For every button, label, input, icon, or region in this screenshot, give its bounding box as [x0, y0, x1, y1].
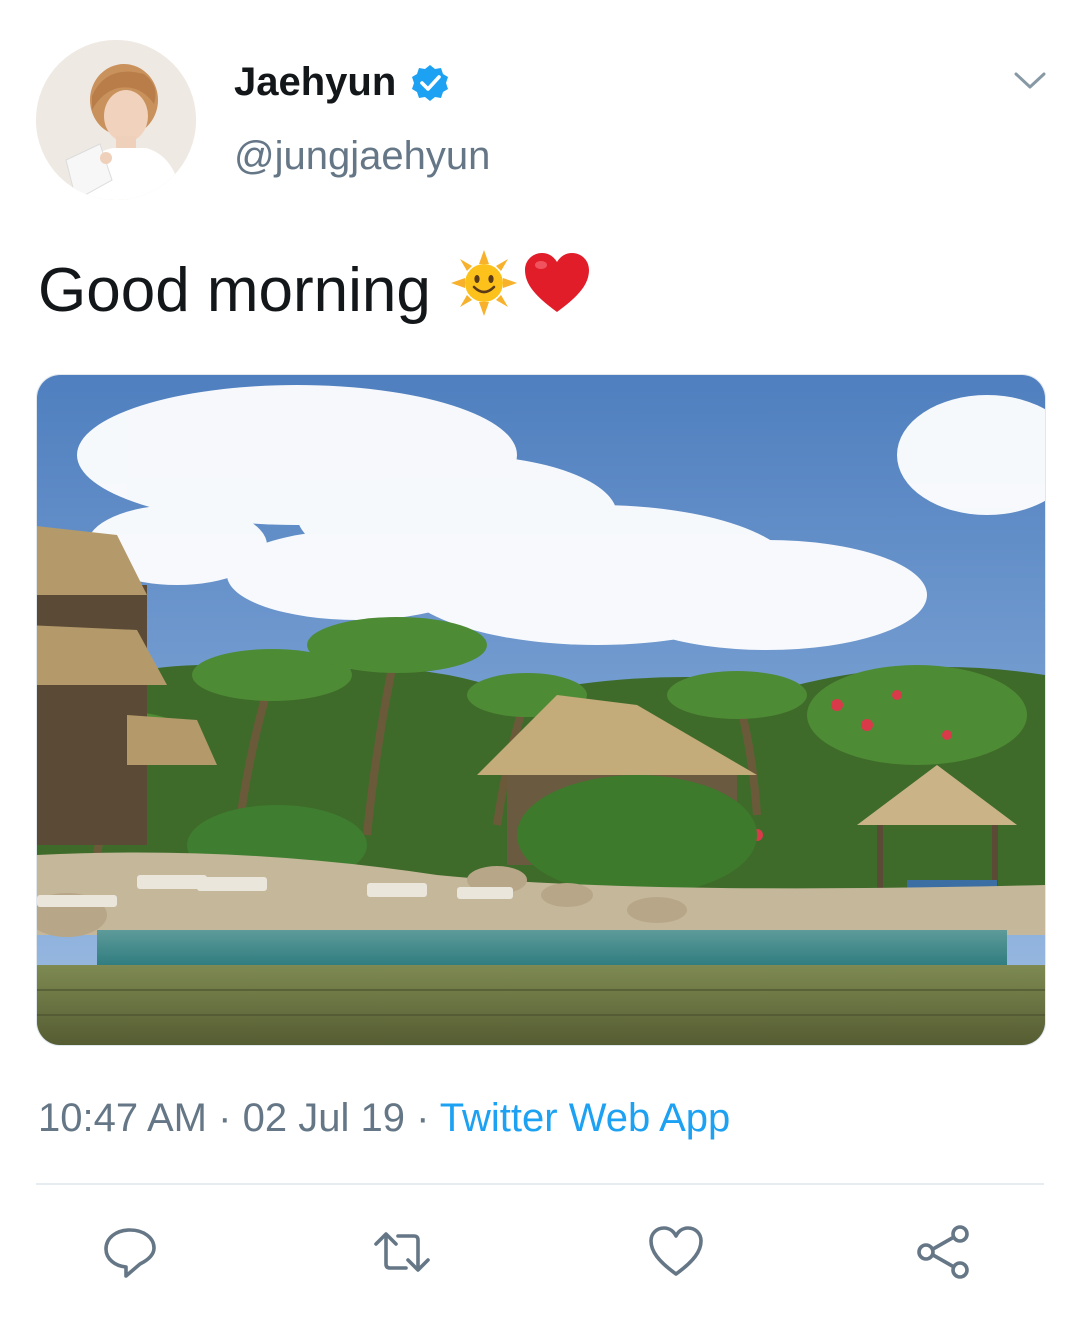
tweet-date: 02 Jul 19 — [242, 1096, 405, 1140]
sun-emoji-icon — [449, 248, 519, 333]
verified-badge-icon — [410, 63, 450, 103]
display-name-text[interactable]: Jaehyun — [234, 60, 396, 105]
tweet-text-content: Good morning — [38, 256, 431, 325]
chevron-down-icon[interactable] — [1012, 68, 1048, 92]
share-icon[interactable] — [914, 1222, 974, 1282]
tweet-media-image[interactable] — [36, 374, 1046, 1046]
tweet-meta: 10:47 AM · 02 Jul 19 · Twitter Web App — [38, 1096, 730, 1141]
divider — [36, 1183, 1044, 1185]
heart-icon[interactable] — [646, 1222, 706, 1282]
retweet-icon[interactable] — [372, 1222, 432, 1282]
user-handle[interactable]: @jungjaehyun — [234, 134, 490, 179]
meta-separator: · — [416, 1096, 430, 1140]
tweet-time: 10:47 AM — [38, 1096, 208, 1140]
tweet-source-link[interactable]: Twitter Web App — [440, 1096, 731, 1140]
meta-separator: · — [218, 1096, 232, 1140]
reply-icon[interactable] — [100, 1222, 160, 1282]
tweet-text: Good morning — [38, 248, 593, 333]
avatar[interactable] — [36, 40, 196, 200]
display-name[interactable]: Jaehyun — [234, 60, 450, 105]
heart-emoji-icon — [521, 250, 593, 331]
